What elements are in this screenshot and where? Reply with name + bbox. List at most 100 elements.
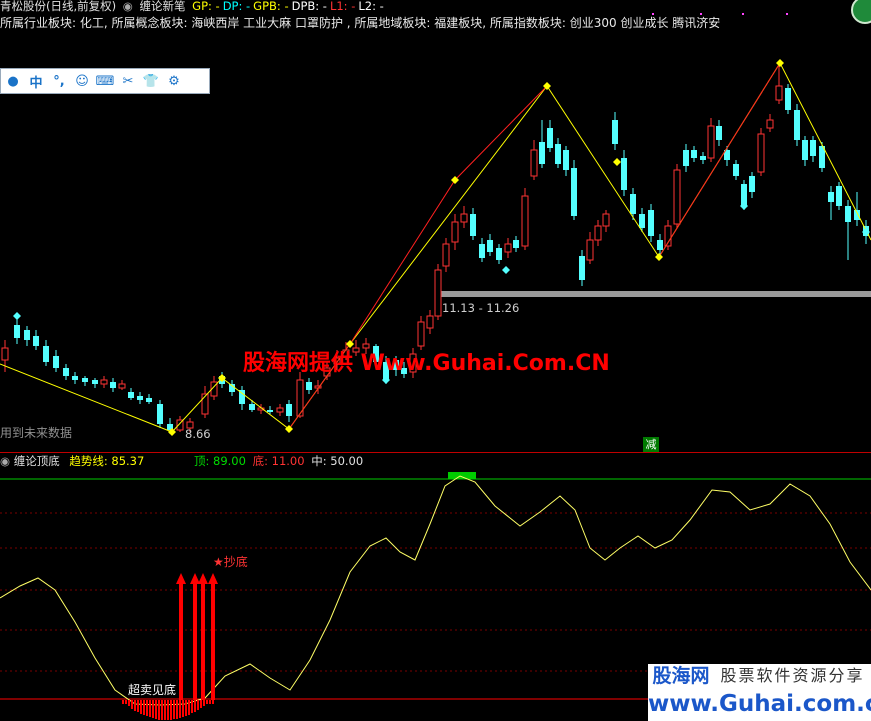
mid-label: 中: (311, 454, 327, 468)
up-candle (276, 407, 284, 413)
turning-point-marker (13, 312, 21, 320)
down-candle (24, 330, 30, 340)
oversold-bar (194, 700, 196, 712)
oversold-bar (206, 700, 208, 704)
panel-separator (0, 452, 871, 453)
indicator-panel-name[interactable]: 缠论顶底 (14, 454, 60, 468)
oversold-bar (143, 700, 145, 715)
down-candle (249, 404, 255, 410)
future-data-note: 用到未来数据 (0, 426, 73, 440)
down-candle (513, 240, 519, 248)
buy-arrow-head (176, 573, 186, 584)
trend-value: 85.37 (111, 454, 145, 468)
oversold-bar (155, 700, 157, 719)
down-candle (648, 210, 654, 236)
candlestick-chart[interactable] (0, 0, 871, 452)
down-candle (854, 210, 860, 220)
oversold-bar (146, 700, 148, 716)
oversold-bar (125, 700, 127, 704)
oversold-bar (134, 700, 136, 711)
turning-point-marker (655, 253, 663, 261)
up-candle (602, 213, 610, 227)
top-label: 顶: (193, 454, 210, 468)
brand-url: www.Guhai.com.cn (648, 688, 871, 721)
buy-arrow (201, 582, 205, 700)
up-candle (417, 321, 425, 347)
down-candle (306, 382, 312, 390)
reduce-badge: 减 (643, 437, 659, 452)
up-candle (434, 269, 442, 317)
up-candle (775, 85, 783, 101)
down-candle (810, 140, 816, 156)
down-candle (267, 410, 273, 412)
down-candle (72, 376, 78, 380)
down-candle (146, 398, 152, 402)
support-band (440, 291, 871, 297)
up-candle (766, 119, 774, 129)
down-candle (691, 150, 697, 158)
watermark: 股海网提供 Www.Guhai.Com.CN (243, 351, 610, 376)
down-candle (716, 126, 722, 140)
marker-dot (786, 13, 788, 15)
down-candle (836, 186, 842, 206)
oversold-bar (158, 700, 160, 720)
down-candle (92, 380, 98, 384)
down-candle (621, 158, 627, 190)
down-candle (555, 144, 561, 164)
oversold-bar (179, 700, 181, 718)
down-candle (286, 404, 292, 416)
marker-dot (742, 13, 744, 15)
oversold-bar (197, 700, 199, 710)
turning-point-marker (776, 59, 784, 67)
indicator-header: ◉ 缠论顶底 趋势线: 85.37 顶: 89.00 底: 11.00 中: 5… (0, 454, 363, 469)
down-candle (639, 214, 645, 228)
oversold-bar (173, 700, 175, 719)
mid-value: 50.00 (330, 454, 364, 468)
up-candle (442, 243, 450, 267)
oversold-bar (128, 700, 130, 706)
top-value: 89.00 (213, 454, 246, 468)
oversold-bar (182, 700, 184, 717)
down-candle (571, 168, 577, 216)
down-candle (828, 192, 834, 202)
down-candle (82, 378, 88, 382)
indicator-toggle-icon[interactable]: ◉ (0, 454, 10, 468)
turning-point-marker (502, 266, 510, 274)
down-candle (700, 156, 706, 160)
up-candle (100, 379, 108, 385)
oversold-bar (140, 700, 142, 714)
turning-point-marker (285, 425, 293, 433)
buy-arrow-head (198, 573, 208, 584)
brand-slogan: 股票软件资源分享 (714, 664, 871, 688)
up-candle (673, 169, 681, 225)
down-candle (802, 140, 808, 160)
up-candle (118, 383, 126, 389)
oversold-bar (131, 700, 133, 709)
up-candle (757, 133, 765, 173)
down-candle (547, 128, 553, 148)
down-candle (137, 396, 143, 400)
down-candle (470, 214, 476, 236)
oversold-bar (191, 700, 193, 713)
marker-dot (652, 13, 654, 15)
marker-dot (700, 13, 702, 15)
up-candle (530, 149, 538, 177)
down-candle (845, 206, 851, 222)
down-candle (563, 150, 569, 170)
down-candle (110, 382, 116, 388)
trend-label: 趋势线: (69, 454, 108, 468)
oversold-bar (167, 700, 169, 720)
down-candle (612, 120, 618, 144)
down-candle (128, 392, 134, 398)
bottom-value: 11.00 (271, 454, 305, 468)
oversold-bar (188, 700, 190, 715)
buy-signal-label: ★抄底 (213, 555, 248, 569)
oversold-bar (137, 700, 139, 712)
up-candle (594, 225, 602, 241)
bottom-label: 底: (252, 454, 268, 468)
oversold-bar (185, 700, 187, 716)
oversold-bar (164, 700, 166, 720)
up-candle (1, 347, 9, 361)
down-candle (53, 356, 59, 368)
brand-name: 股海网 (648, 664, 714, 688)
